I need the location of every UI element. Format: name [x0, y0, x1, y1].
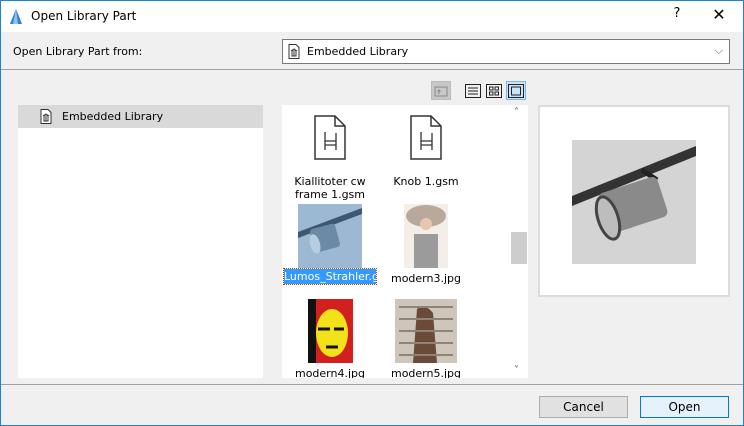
file-item[interactable]: Knob 1.gsm: [378, 115, 474, 189]
chevron-down-icon: ⌵: [714, 44, 723, 57]
tree-item-label: Embedded Library: [62, 110, 164, 123]
library-icon: [40, 109, 52, 124]
gsm-object-icon: [410, 115, 442, 160]
file-item[interactable]: modern3.jpg: [378, 204, 474, 286]
selected-source: Embedded Library: [307, 45, 409, 58]
vertical-scrollbar[interactable]: ˄ ˅: [510, 105, 528, 378]
preview-image: [572, 140, 696, 264]
library-source-dropdown[interactable]: Embedded Library ⌵: [282, 39, 730, 64]
footer-divider: [1, 384, 743, 385]
list-view-button[interactable]: [463, 81, 483, 100]
file-name: modern4.jpg: [294, 367, 365, 378]
library-icon: [288, 44, 300, 59]
file-name: Knob 1.gsm: [393, 175, 459, 188]
preview-pane: [538, 105, 730, 297]
file-grid: Kiallitoter cw frame 1.gsm Knob 1.gsm Lu…: [282, 105, 528, 378]
icon-view-button[interactable]: [484, 81, 504, 100]
file-item-selected[interactable]: Lumos_Strahler.gsm: [282, 204, 396, 285]
file-item[interactable]: modern4.jpg: [282, 299, 378, 378]
file-name: Lumos_Strahler.gsm: [283, 268, 396, 285]
file-name: modern5.jpg: [390, 367, 461, 378]
help-button[interactable]: ?: [665, 6, 689, 26]
up-folder-icon: [434, 86, 448, 96]
file-item[interactable]: modern5.jpg: [378, 299, 474, 378]
file-name: Kiallitoter cw frame 1.gsm: [294, 175, 366, 201]
modern4-thumbnail: [307, 299, 353, 363]
modern5-thumbnail: [395, 299, 457, 363]
file-item[interactable]: Kiallitoter cw frame 1.gsm: [282, 115, 378, 202]
lumos-thumbnail: [298, 204, 362, 268]
tree-item-embedded-library[interactable]: Embedded Library: [18, 105, 263, 128]
scroll-up-icon[interactable]: ˄: [514, 107, 519, 118]
icon-view-icon: [486, 83, 502, 98]
preview-view-button[interactable]: [506, 81, 526, 100]
library-tree: Embedded Library: [18, 105, 263, 378]
modern3-thumbnail: [404, 204, 448, 268]
open-library-part-dialog: Open Library Part ? ✕ Open Library Part …: [0, 0, 744, 426]
gsm-object-icon: [314, 115, 346, 160]
scrollbar-thumb[interactable]: [511, 232, 527, 264]
preview-view-icon: [508, 83, 524, 98]
open-button[interactable]: Open: [640, 396, 729, 418]
list-view-icon: [465, 83, 481, 98]
title-bar: Open Library Part ? ✕: [1, 1, 743, 32]
up-folder-button[interactable]: [431, 81, 451, 100]
scroll-down-icon[interactable]: ˅: [514, 365, 519, 376]
source-label: Open Library Part from:: [13, 45, 143, 58]
cancel-button[interactable]: Cancel: [539, 396, 628, 418]
window-title: Open Library Part: [31, 9, 137, 23]
archicad-logo-icon: [10, 9, 22, 24]
file-name: modern3.jpg: [390, 272, 461, 285]
close-button[interactable]: ✕: [705, 5, 733, 27]
divider: [1, 69, 743, 70]
